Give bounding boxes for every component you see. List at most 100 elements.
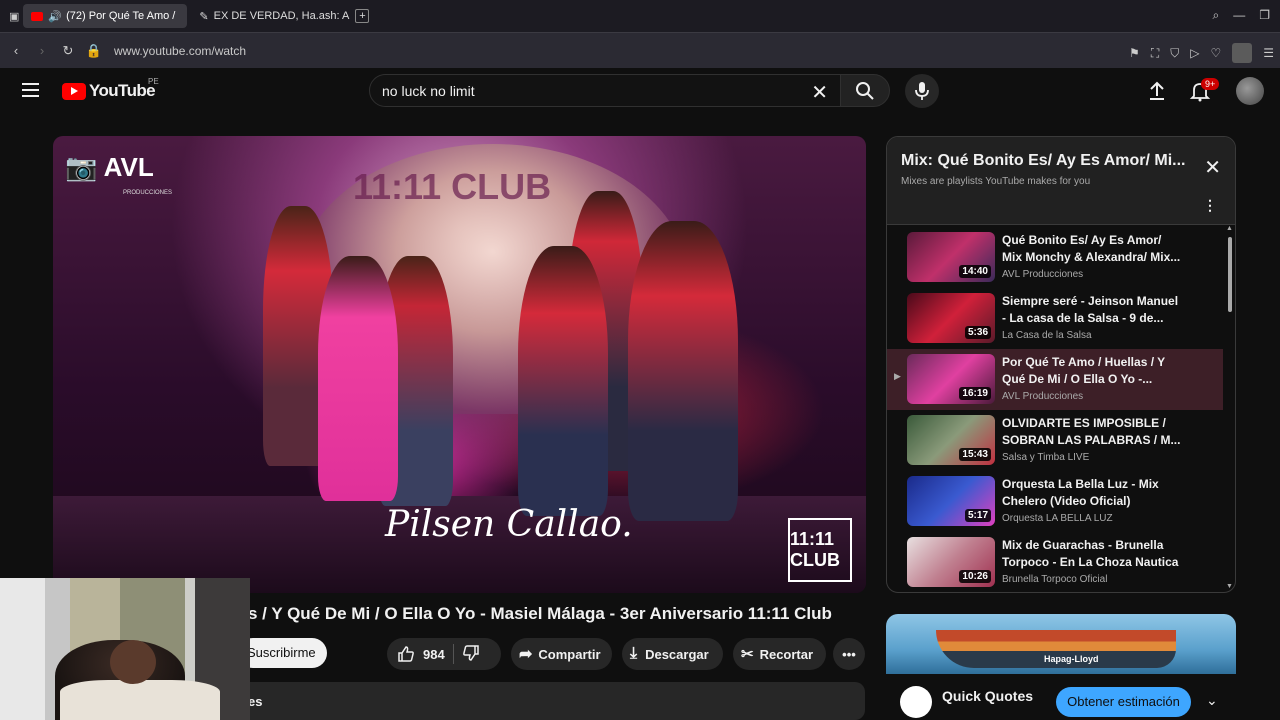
chevron-down-icon[interactable]: ⌄ [1206,692,1218,709]
menu-icon[interactable]: ☰ [1263,46,1274,60]
browser-tab-label: (72) Por Qué Te Amo / [66,10,176,22]
browser-tab-active[interactable]: 🔊 (72) Por Qué Te Amo / [23,4,188,28]
clear-search-icon[interactable]: ✕ [811,80,828,105]
clip-button[interactable]: ✂ Recortar [733,638,826,670]
thumbs-down-icon [462,644,479,661]
minimize-icon[interactable]: — [1233,8,1245,23]
playlist-video-title: Mix de Guarachas - Brunella Torpoco - En… [1002,538,1179,569]
now-playing-icon: ▶ [894,371,901,381]
forward-icon[interactable]: › [32,43,52,58]
scroll-up-icon[interactable]: ▲ [1226,225,1233,232]
back-icon[interactable]: ‹ [6,43,26,58]
clip-label: Recortar [759,646,814,662]
dislike-button[interactable] [462,644,480,665]
video-thumbnail[interactable]: 5:17 [907,476,995,526]
search-tabs-icon[interactable]: ⌕ [1213,8,1220,23]
bookmark-icon[interactable]: ⚑ [1129,46,1140,60]
duration-badge: 15:43 [959,448,991,461]
scroll-down-icon[interactable]: ▼ [1226,583,1233,590]
subscribe-button[interactable]: Suscribirme [238,638,327,668]
youtube-header: YouTube PE no luck no limit ✕ 9+ [0,68,1280,114]
playlist-title[interactable]: Mix: Qué Bonito Es/ Ay Es Amor/ Mi... [901,152,1191,170]
search-input[interactable]: no luck no limit ✕ [369,74,841,107]
search-query: no luck no limit [382,82,475,99]
webcam-shirt [60,680,220,720]
account-avatar[interactable] [1236,77,1264,105]
ship-name: Hapag-Lloyd [1044,654,1099,664]
profile-avatar[interactable] [1232,43,1253,63]
ad-image[interactable]: Hapag-Lloyd [886,614,1236,674]
playlist-video-title: Siempre seré - Jeinson Manuel - La casa … [1002,294,1179,325]
microphone-icon [915,82,929,100]
browser-tab-label: EX DE VERDAD, Ha.ash: A [213,10,350,22]
more-vert-icon[interactable]: ⋮ [1203,197,1217,214]
search-button[interactable] [840,74,890,107]
window-controls: ⌕ — ❐ [1213,8,1271,23]
playlist-item[interactable]: 10:26 Mix de Guarachas - Brunella Torpoc… [887,532,1223,592]
shield-icon[interactable]: ⛉ [1170,46,1179,61]
send-icon[interactable]: ▷ [1190,46,1199,60]
performer [518,246,608,516]
video-thumbnail[interactable]: 10:26 [907,537,995,587]
duration-badge: 5:36 [964,326,991,339]
browser-toolbar: ⚑ ⛶ ⛉ ▷ ♡ ☰ [1129,43,1274,63]
playlist-item[interactable]: 15:43 OLVIDARTE ES IMPOSIBLE / SOBRAN LA… [887,410,1223,471]
playlist-video-title: Qué Bonito Es/ Ay Es Amor/ Mix Monchy & … [1002,233,1181,264]
ad-cta-button[interactable]: Obtener estimación [1056,687,1191,717]
url-field[interactable]: www.youtube.com/watch [114,44,246,58]
more-actions-button[interactable]: ••• [833,638,865,670]
tab-list-icon[interactable]: ▣ [9,10,19,23]
camera-icon: 📷 [65,152,98,182]
browser-tab-strip: ▣ 🔊 (72) Por Qué Te Amo / ✎ EX DE VERDAD… [0,0,1280,32]
upload-button[interactable] [1146,80,1168,107]
speaker-icon[interactable]: 🔊 [48,10,62,23]
country-code: PE [148,77,159,86]
like-button[interactable]: 984 [387,645,445,663]
reload-icon[interactable]: ↻ [58,43,78,59]
watermark-sub: PRODUCCIONES [123,190,173,196]
heart-icon[interactable]: ♡ [1210,46,1221,60]
like-dislike-group: 984 [387,638,501,670]
download-button[interactable]: ⤓ Descargar [622,638,723,670]
new-tab-button[interactable]: + [355,9,370,23]
singer [318,256,398,501]
watermark-brand: AVL [103,152,154,182]
playlist-scrollbar[interactable] [1228,237,1232,312]
playlist-channel: Orquesta LA BELLA LUZ [1002,513,1113,524]
video-thumbnail[interactable]: 14:40 [907,232,995,282]
scissors-icon: ✂ [741,646,754,663]
ad-title: Quick Quotes [942,688,1034,704]
hamburger-menu-icon[interactable] [22,83,39,97]
playlist-item-current[interactable]: ▶ 16:19 Por Qué Te Amo / Huellas / Y Qué… [887,349,1223,410]
playlist-channel: AVL Producciones [1002,269,1084,280]
sidebar-ad[interactable]: Hapag-Lloyd Quick Quotes Obtener estimac… [886,614,1236,720]
playlist-video-title: Orquesta La Bella Luz - Mix Chelero (Vid… [1002,477,1159,508]
playlist-video-title: Por Qué Te Amo / Huellas / Y Qué De Mi /… [1002,355,1165,386]
description-text: es [248,694,263,709]
playlist-channel: AVL Producciones [1002,391,1084,402]
description-box[interactable] [238,682,865,720]
youtube-play-icon [62,82,86,100]
video-thumbnail[interactable]: 5:36 [907,293,995,343]
advertiser-logo[interactable] [900,686,932,718]
video-player[interactable]: 11:11 CLUB 📷 AVL PRODUCCIONES Pilsen Cal… [53,136,866,593]
video-thumbnail[interactable]: 15:43 [907,415,995,465]
voice-search-button[interactable] [905,74,939,108]
youtube-logo[interactable]: YouTube PE [62,77,159,101]
browser-tab[interactable]: ✎ EX DE VERDAD, Ha.ash: A [191,4,351,28]
avl-watermark: 📷 AVL [65,152,154,183]
sponsor-overlay: Pilsen Callao. [385,504,633,545]
playlist-subtitle: Mixes are playlists YouTube makes for yo… [901,176,1091,187]
share-button[interactable]: ➦ Compartir [511,638,612,670]
duration-badge: 16:19 [959,387,991,400]
playlist-item[interactable]: 14:40 Qué Bonito Es/ Ay Es Amor/ Mix Mon… [887,227,1223,288]
screenshot-icon[interactable]: ⛶ [1151,46,1159,61]
video-thumbnail[interactable]: 16:19 [907,354,995,404]
playlist-item[interactable]: 5:17 Orquesta La Bella Luz - Mix Chelero… [887,471,1223,532]
share-icon: ➦ [519,646,533,663]
close-icon[interactable]: ✕ [1204,155,1221,180]
restore-icon[interactable]: ❐ [1259,8,1270,23]
video-title: s / Y Qué De Mi / O Ella O Yo - Masiel M… [248,604,832,623]
address-bar: ‹ › ↻ 🔒 www.youtube.com/watch ⚑ ⛶ ⛉ ▷ ♡ … [0,32,1280,68]
playlist-item[interactable]: 5:36 Siempre seré - Jeinson Manuel - La … [887,288,1223,349]
